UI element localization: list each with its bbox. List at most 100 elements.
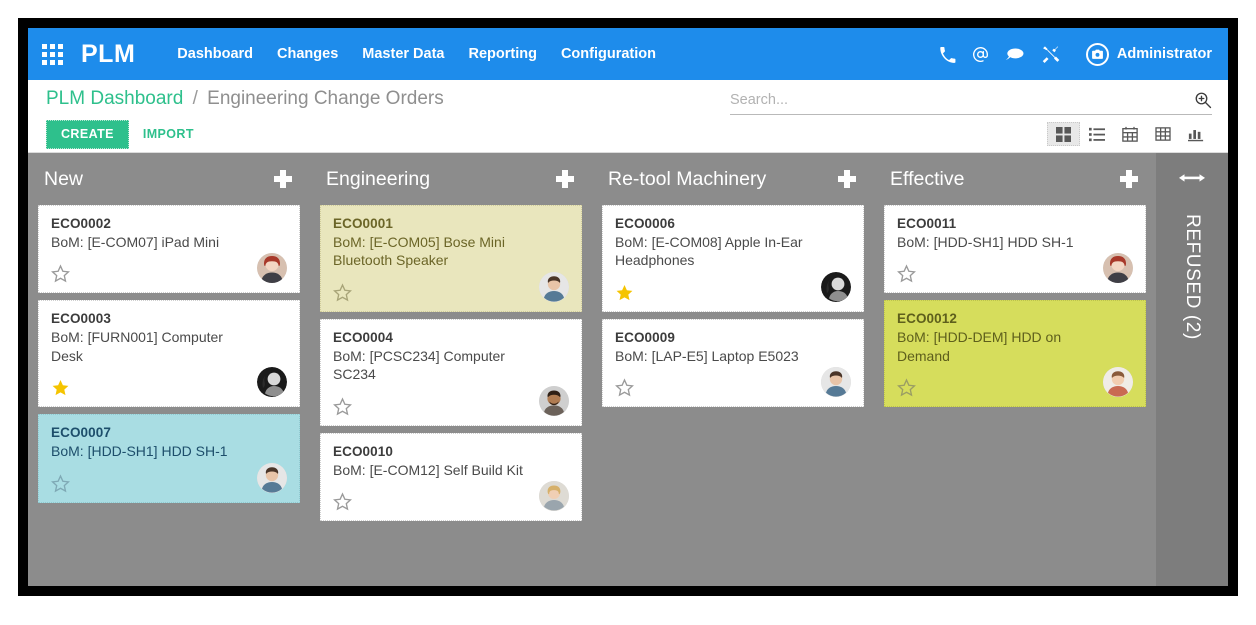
column-header: Effective [884,153,1146,205]
breadcrumb-root[interactable]: PLM Dashboard [46,88,183,109]
card-id: ECO0004 [333,330,569,345]
column-cards: ECO0011 BoM: [HDD-SH1] HDD SH-1 [884,205,1146,407]
kanban-card[interactable]: ECO0011 BoM: [HDD-SH1] HDD SH-1 [884,205,1146,293]
user-menu[interactable]: Administrator [1086,43,1212,66]
add-card-button[interactable] [838,170,856,188]
kanban-card[interactable]: ECO0003 BoM: [FURN001] Computer Desk [38,300,300,407]
star-icon[interactable] [51,474,70,493]
camera-avatar-icon [1086,43,1109,66]
kanban-card[interactable]: ECO0001 BoM: [E-COM05] Bose Mini Bluetoo… [320,205,582,312]
calendar-view-button[interactable] [1113,122,1146,146]
card-id: ECO0011 [897,216,1133,231]
menu-item-master-data[interactable]: Master Data [362,46,444,62]
search-input[interactable] [730,90,1194,110]
card-description: BoM: [E-COM12] Self Build Kit [333,461,569,479]
horizontal-double-arrow-icon[interactable] [1179,171,1205,190]
column-title: Effective [890,168,964,191]
view-switcher [1047,122,1212,146]
application-window: PLM Dashboard Changes Master Data Report… [28,28,1228,586]
avatar [539,272,569,302]
card-description: BoM: [E-COM07] iPad Mini [51,233,287,251]
card-footer [51,367,287,397]
column-title: Engineering [326,168,430,191]
collapsed-column-refused[interactable]: REFUSED (2) [1156,153,1228,586]
phone-icon[interactable] [939,46,956,63]
main-menu: Dashboard Changes Master Data Reporting … [177,46,656,62]
list-view-button[interactable] [1080,122,1113,146]
import-button[interactable]: IMPORT [143,128,194,141]
card-id: ECO0009 [615,330,851,345]
add-card-button[interactable] [556,170,574,188]
top-navbar: PLM Dashboard Changes Master Data Report… [28,28,1228,80]
at-mention-icon[interactable] [972,46,989,63]
star-icon[interactable] [897,264,916,283]
avatar [257,367,287,397]
card-footer [333,272,569,302]
avatar [1103,253,1133,283]
add-card-button[interactable] [274,170,292,188]
star-icon[interactable] [333,283,352,302]
card-id: ECO0002 [51,216,287,231]
avatar [257,253,287,283]
card-footer [897,253,1133,283]
card-id: ECO0007 [51,425,287,440]
brand-logo[interactable]: PLM [81,40,135,69]
kanban-card[interactable]: ECO0004 BoM: [PCSC234] Computer SC234 [320,319,582,426]
menu-item-reporting[interactable]: Reporting [468,46,536,62]
pivot-view-button[interactable] [1146,122,1179,146]
magnifier-plus-icon[interactable] [1194,91,1212,109]
breadcrumb-current: Engineering Change Orders [207,88,444,109]
kanban-column-new: New ECO0002 BoM: [E-COM07] iPad Mini [28,153,310,586]
search-box [730,90,1212,115]
kanban-card[interactable]: ECO0006 BoM: [E-COM08] Apple In-Ear Head… [602,205,864,312]
star-icon[interactable] [897,378,916,397]
card-id: ECO0012 [897,311,1133,326]
card-description: BoM: [HDD-DEM] HDD on Demand [897,328,1133,365]
user-name: Administrator [1117,46,1212,62]
chat-bubble-icon[interactable] [1005,46,1025,63]
card-description: BoM: [E-COM05] Bose Mini Bluetooth Speak… [333,233,569,270]
breadcrumb: PLM Dashboard / Engineering Change Order… [46,88,444,110]
menu-item-changes[interactable]: Changes [277,46,338,62]
column-header: Engineering [320,153,582,205]
column-cards: ECO0001 BoM: [E-COM05] Bose Mini Bluetoo… [320,205,582,521]
tools-icon[interactable] [1041,45,1060,64]
card-description: BoM: [LAP-E5] Laptop E5023 [615,347,851,365]
breadcrumb-separator: / [193,88,198,109]
kanban-card[interactable]: ECO0012 BoM: [HDD-DEM] HDD on Demand [884,300,1146,407]
kanban-column-retool-machinery: Re-tool Machinery ECO0006 BoM: [E-COM08]… [592,153,874,586]
star-icon[interactable] [333,492,352,511]
add-card-button[interactable] [1120,170,1138,188]
create-button[interactable]: CREATE [46,120,129,149]
kanban-card[interactable]: ECO0009 BoM: [LAP-E5] Laptop E5023 [602,319,864,407]
star-icon[interactable] [615,283,634,302]
apps-grid-icon[interactable] [42,44,63,65]
card-footer [51,253,287,283]
card-id: ECO0006 [615,216,851,231]
star-icon[interactable] [615,378,634,397]
kanban-column-effective: Effective ECO0011 BoM: [HDD-SH1] HDD SH-… [874,153,1156,586]
star-icon[interactable] [51,378,70,397]
kanban-card[interactable]: ECO0002 BoM: [E-COM07] iPad Mini [38,205,300,293]
kanban-view-button[interactable] [1047,122,1080,146]
card-description: BoM: [HDD-SH1] HDD SH-1 [897,233,1133,251]
menu-item-dashboard[interactable]: Dashboard [177,46,253,62]
control-panel: PLM Dashboard / Engineering Change Order… [28,80,1228,153]
column-cards: ECO0002 BoM: [E-COM07] iPad Mini [38,205,300,503]
device-frame: PLM Dashboard Changes Master Data Report… [18,18,1238,596]
kanban-card[interactable]: ECO0007 BoM: [HDD-SH1] HDD SH-1 [38,414,300,502]
card-footer [333,481,569,511]
graph-view-button[interactable] [1179,122,1212,146]
card-description: BoM: [PCSC234] Computer SC234 [333,347,569,384]
avatar [821,367,851,397]
card-id: ECO0010 [333,444,569,459]
avatar [821,272,851,302]
star-icon[interactable] [333,397,352,416]
kanban-card[interactable]: ECO0010 BoM: [E-COM12] Self Build Kit [320,433,582,521]
menu-item-configuration[interactable]: Configuration [561,46,656,62]
star-icon[interactable] [51,264,70,283]
card-description: BoM: [FURN001] Computer Desk [51,328,287,365]
kanban-board: New ECO0002 BoM: [E-COM07] iPad Mini [28,153,1228,586]
card-footer [897,367,1133,397]
avatar [539,386,569,416]
